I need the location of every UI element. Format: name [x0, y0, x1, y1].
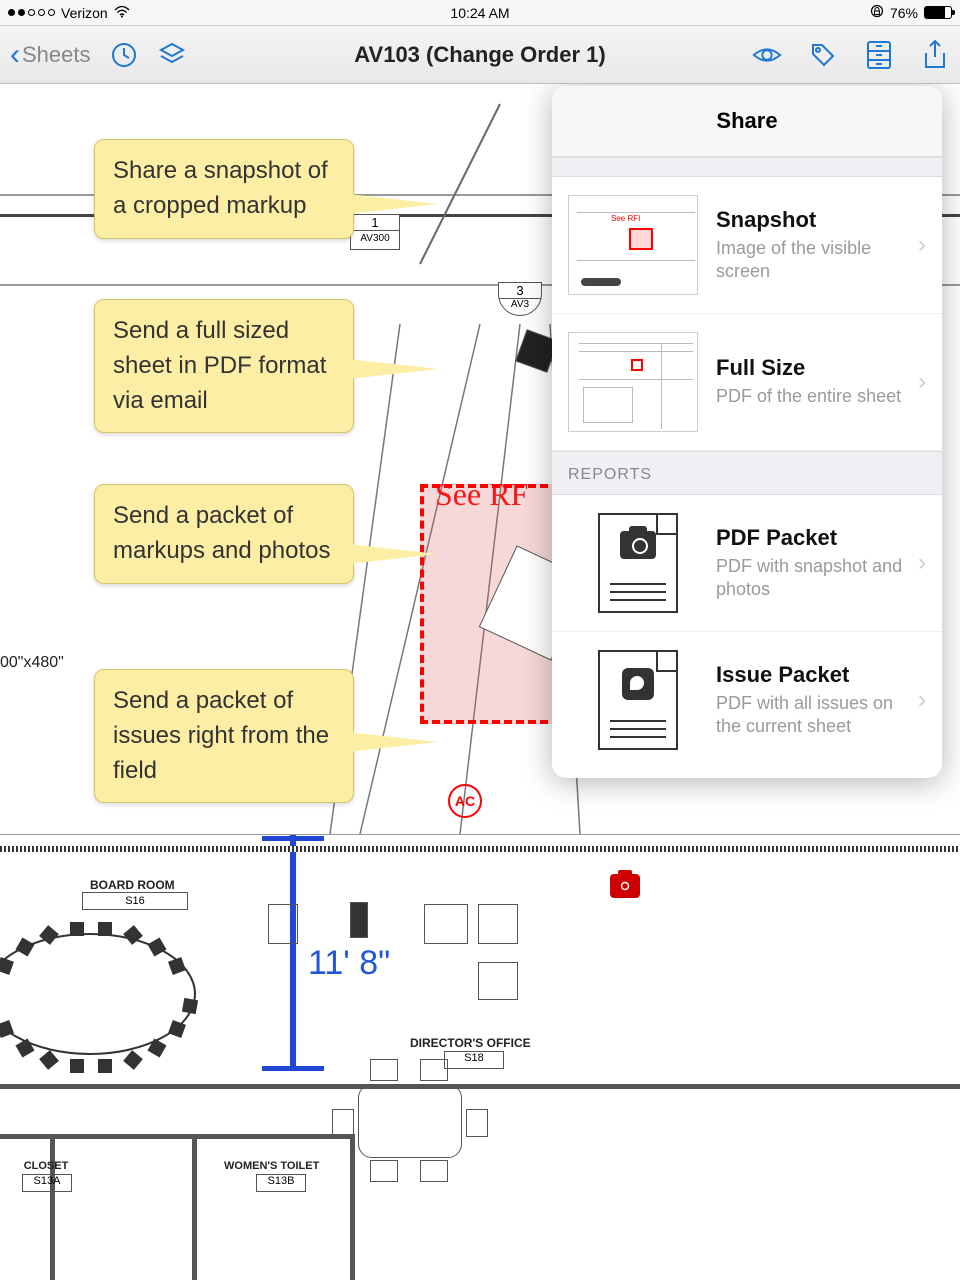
share-sub: PDF of the entire sheet — [716, 385, 912, 408]
pdf-packet-icon — [598, 513, 678, 613]
photo-marker[interactable] — [610, 874, 640, 898]
av-symbol-2: 3 — [499, 283, 541, 299]
status-bar: Verizon 10:24 AM 76% — [0, 0, 960, 26]
share-title: Issue Packet — [716, 662, 912, 688]
share-option-snapshot[interactable]: See RFI Snapshot Image of the visible sc… — [552, 177, 942, 314]
status-time: 10:24 AM — [450, 5, 509, 21]
room-id-womens: S13B — [256, 1174, 306, 1192]
share-option-fullsize[interactable]: Full Size PDF of the entire sheet › — [552, 314, 942, 451]
share-title: PDF Packet — [716, 525, 912, 551]
share-option-pdf-packet[interactable]: PDF Packet PDF with snapshot and photos … — [552, 495, 942, 632]
battery-icon — [924, 6, 952, 19]
share-title: Full Size — [716, 355, 912, 381]
nav-bar: ‹ Sheets AV103 (Change Order 1) — [0, 26, 960, 84]
share-sub: Image of the visible screen — [716, 237, 912, 284]
share-popover-title: Share — [552, 86, 942, 157]
room-label-closet: CLOSET — [16, 1160, 76, 1172]
room-label-directors: DIRECTOR'S OFFICE — [410, 1036, 531, 1050]
chevron-right-icon: › — [918, 549, 926, 577]
wifi-icon — [114, 5, 130, 21]
measurement-value: 11' 8" — [308, 944, 390, 983]
callout-issues: Send a packet of issues right from the f… — [94, 669, 354, 803]
page-title: AV103 (Change Order 1) — [354, 42, 605, 68]
share-sub: PDF with all issues on the current sheet — [716, 692, 912, 739]
measurement-line[interactable] — [290, 834, 296, 1069]
callout-snapshot: Share a snapshot of a cropped markup — [94, 139, 354, 239]
status-right: 76% — [870, 4, 952, 21]
issue-packet-icon — [598, 650, 678, 750]
back-label: Sheets — [22, 42, 91, 68]
room-id-closet: S13A — [22, 1174, 72, 1192]
room-label-board-room: BOARD ROOM — [90, 878, 175, 892]
recent-button[interactable] — [109, 40, 139, 70]
share-title: Snapshot — [716, 207, 912, 233]
chevron-right-icon: › — [918, 231, 926, 259]
fullsize-thumb — [568, 332, 698, 432]
carrier-label: Verizon — [61, 5, 108, 21]
signal-icon — [8, 9, 55, 16]
av-symbol-2b: AV3 — [499, 299, 541, 310]
tag-button[interactable] — [808, 40, 838, 70]
share-button[interactable] — [920, 40, 950, 70]
boardroom-chairs — [0, 904, 240, 1084]
room-id-directors: S18 — [444, 1051, 504, 1069]
dimension-label: 00"x480" — [0, 654, 64, 672]
chevron-left-icon: ‹ — [10, 40, 20, 70]
ac-marker[interactable]: AC — [448, 784, 482, 818]
callout-packet: Send a packet of markups and photos — [94, 484, 354, 584]
reports-section-label: REPORTS — [552, 451, 942, 495]
rotation-lock-icon — [870, 4, 884, 21]
layers-button[interactable] — [157, 40, 187, 70]
status-left: Verizon — [8, 5, 130, 21]
callout-fullsize: Send a full sized sheet in PDF format vi… — [94, 299, 354, 433]
room-label-womens: WOMEN'S TOILET — [224, 1160, 319, 1172]
chevron-right-icon: › — [918, 368, 926, 396]
visibility-button[interactable] — [752, 40, 782, 70]
snapshot-thumb: See RFI — [568, 195, 698, 295]
av-symbol-1: 1 — [351, 215, 399, 231]
drawer-button[interactable] — [864, 40, 894, 70]
back-button[interactable]: ‹ Sheets — [10, 40, 91, 70]
share-sub: PDF with snapshot and photos — [716, 555, 912, 602]
share-option-issue-packet[interactable]: Issue Packet PDF with all issues on the … — [552, 632, 942, 778]
av-symbol-1b: AV300 — [351, 231, 399, 244]
share-popover: Share See RFI Snapshot Image of the visi… — [552, 86, 942, 778]
drawing-canvas[interactable]: 1 AV300 3 AV3 See RF AC 11' 8" BOARD ROO… — [0, 84, 960, 1280]
chevron-right-icon: › — [918, 686, 926, 714]
battery-pct: 76% — [890, 5, 918, 21]
